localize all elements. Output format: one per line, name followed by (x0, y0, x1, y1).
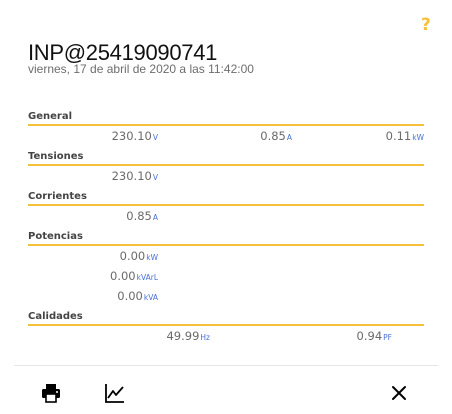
readings-row: 0.00kVA (28, 286, 424, 306)
power-reading: 0.11kW (385, 129, 424, 143)
current-reading: 0.85A (126, 209, 158, 223)
section-corrientes: Corrientes 0.85A (28, 190, 424, 226)
voltage-reading: 230.10V (111, 169, 158, 183)
section-title: Potencias (28, 231, 83, 242)
print-icon (42, 384, 60, 403)
reactive-power-reading: 0.00kVArL (110, 269, 158, 283)
frequency-reading: 49.99Hz (166, 329, 210, 343)
section-tensiones: Tensiones 230.10V (28, 150, 424, 186)
current-reading: 0.85A (260, 129, 292, 143)
close-button[interactable] (387, 381, 411, 405)
close-icon (392, 386, 406, 400)
active-power-reading: 0.00kW (119, 249, 158, 263)
footer-divider (14, 365, 438, 366)
power-factor-reading: 0.94PF (356, 329, 392, 343)
help-icon[interactable]: ? (421, 15, 431, 35)
readings-row: 0.00kW (28, 246, 424, 266)
readings-row: 0.85A (28, 206, 424, 226)
section-title: General (28, 111, 72, 122)
device-date: viernes, 17 de abril de 2020 a las 11:42… (28, 62, 254, 76)
readings-row: 0.00kVArL (28, 266, 424, 286)
section-potencias: Potencias 0.00kW 0.00kVArL 0.00kVA (28, 230, 424, 306)
readings-row: 49.99Hz 0.94PF (28, 326, 424, 346)
line-chart-icon (105, 384, 124, 403)
section-calidades: Calidades 49.99Hz 0.94PF (28, 310, 424, 346)
apparent-power-reading: 0.00kVA (117, 289, 158, 303)
section-title: Corrientes (28, 191, 87, 202)
section-general: General 230.10V 0.85A 0.11kW (28, 110, 424, 146)
section-title: Tensiones (28, 151, 84, 162)
readings-row: 230.10V (28, 166, 424, 186)
section-title: Calidades (28, 311, 83, 322)
print-button[interactable] (39, 381, 63, 405)
voltage-reading: 230.10V (111, 129, 158, 143)
chart-button[interactable] (103, 381, 127, 405)
readings-row: 230.10V 0.85A 0.11kW (28, 126, 424, 146)
